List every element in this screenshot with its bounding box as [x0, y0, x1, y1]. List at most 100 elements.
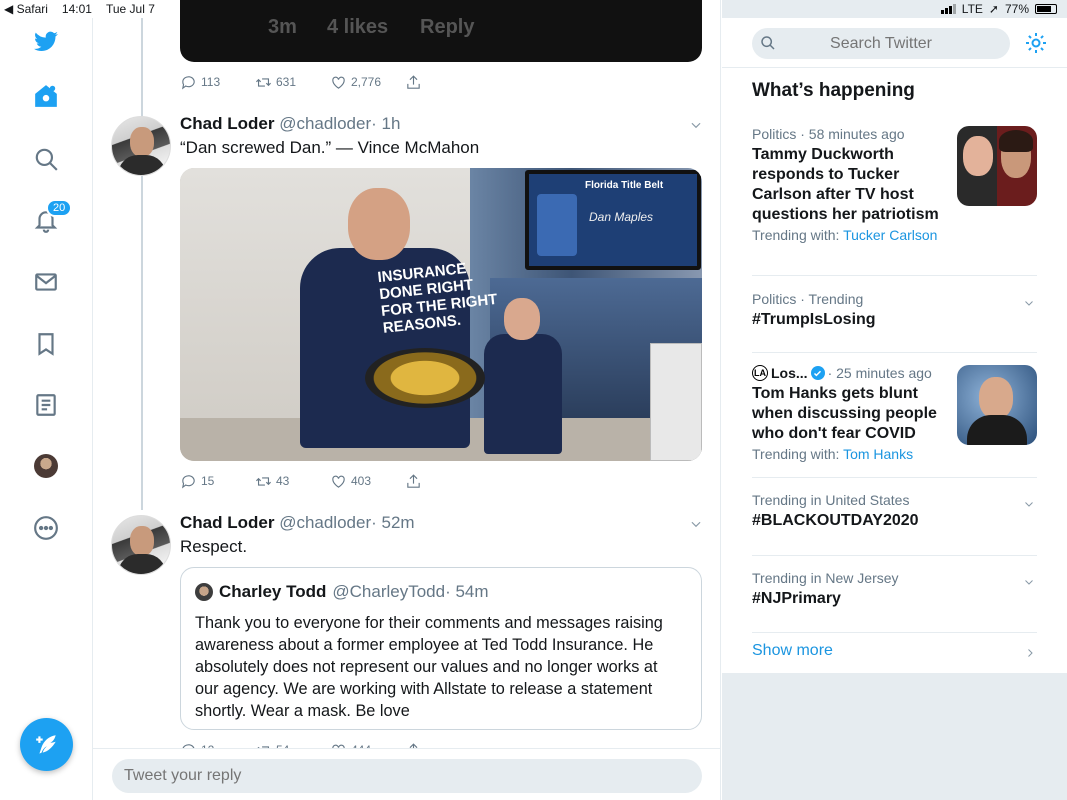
trend-with: Trending with: Tucker Carlson — [752, 227, 938, 243]
media-overlay-age: 3m — [268, 16, 297, 38]
like-count: 403 — [351, 474, 372, 488]
lists-icon[interactable] — [30, 389, 62, 421]
author-handle[interactable]: @chadloder — [279, 114, 371, 133]
profile-avatar[interactable] — [30, 450, 62, 482]
trend-item[interactable]: Politics · Trending #TrumpIsLosing — [752, 291, 1037, 353]
trend-title: #BLACKOUTDAY2020 — [752, 512, 919, 529]
tv-name: Dan Maples — [589, 210, 654, 224]
tweet-header: Chad Loder @chadloder· 52m — [180, 513, 415, 533]
trend-link[interactable]: Tucker Carlson — [843, 227, 937, 243]
network-label: LTE — [961, 2, 983, 16]
explore-icon[interactable] — [30, 143, 62, 175]
retweet-icon — [256, 476, 271, 486]
battery-label: 77% — [1004, 2, 1029, 16]
trend-link[interactable]: Tom Hanks — [843, 446, 913, 462]
tv-title: Florida Title Belt — [585, 180, 664, 191]
panel-heading: What’s happening — [752, 80, 915, 101]
location-icon: ➚ — [988, 2, 999, 16]
back-to-app[interactable]: ◀ Safari — [4, 2, 48, 16]
chevron-right-icon[interactable] — [1024, 647, 1036, 659]
compose-tweet-button[interactable] — [20, 718, 73, 771]
like-count: 2,776 — [351, 75, 382, 89]
tweet-time[interactable]: · 52m — [371, 513, 414, 532]
previous-tweet-actions: 113 631 2,776 — [180, 73, 480, 91]
retweet-count: 631 — [276, 75, 297, 89]
quoted-tweet-header: Charley Todd @CharleyTodd · 54m — [195, 582, 489, 602]
share-button[interactable] — [405, 472, 480, 490]
status-bar: ◀ Safari 14:01 Tue Jul 7 LTE ➚ 77% — [0, 0, 1067, 18]
championship-belt — [365, 348, 485, 408]
share-icon — [407, 74, 420, 89]
search-input[interactable] — [752, 34, 1010, 53]
trend-item[interactable]: Trending in New Jersey #NJPrimary — [752, 570, 1037, 633]
tv-screen: Florida Title Belt Dan Maples — [525, 170, 701, 270]
search-icon — [761, 36, 775, 50]
chevron-down-icon[interactable] — [1023, 576, 1035, 588]
quoted-author-avatar — [195, 583, 213, 601]
author-avatar[interactable] — [111, 116, 171, 176]
reply-button[interactable]: 15 — [180, 472, 255, 490]
trend-meta: Trending in United States — [752, 492, 910, 508]
tweet-photo[interactable]: Florida Title Belt Dan Maples INSURANCE … — [180, 168, 702, 461]
thread-line — [141, 18, 143, 510]
main-column: 3m 4 likes Reply 113 631 2,776 Chad Lode… — [93, 0, 721, 800]
retweet-button[interactable]: 43 — [255, 472, 330, 490]
chevron-down-icon[interactable] — [689, 118, 703, 132]
reply-icon — [181, 75, 195, 90]
quoted-tweet[interactable]: Charley Todd @CharleyTodd · 54m Thank you… — [180, 567, 702, 730]
trend-title: Tom Hanks gets blunt when discussing peo… — [752, 385, 937, 442]
gear-icon[interactable] — [1024, 31, 1048, 55]
trend-meta: Trending in New Jersey — [752, 570, 899, 586]
more-icon[interactable] — [30, 512, 62, 544]
battery-icon — [1035, 4, 1057, 14]
tweet-header: Chad Loder @chadloder· 1h — [180, 114, 400, 134]
notifications-icon[interactable]: 20 — [30, 199, 73, 237]
author-name[interactable]: Chad Loder — [180, 513, 274, 532]
search-box[interactable] — [752, 28, 1010, 59]
quoted-author-name: Charley Todd — [219, 582, 327, 601]
messages-icon[interactable] — [30, 266, 62, 298]
twitter-logo-icon[interactable] — [30, 26, 62, 58]
reply-icon — [181, 474, 195, 489]
clock: 14:01 — [61, 2, 92, 16]
home-icon[interactable] — [30, 80, 62, 112]
author-handle[interactable]: @chadloder — [279, 513, 371, 532]
tweet-time[interactable]: · 1h — [371, 114, 400, 133]
quoted-tweet-text: Thank you to everyone for their comments… — [195, 614, 663, 720]
share-button[interactable] — [405, 73, 480, 91]
tweet-text: “Dan screwed Dan.” — Vince McMahon — [180, 138, 480, 157]
like-button[interactable]: 403 — [330, 472, 405, 490]
trend-title: #NJPrimary — [752, 590, 841, 607]
tweet-actions: 15 43 403 — [180, 472, 480, 490]
quoted-author-handle: @CharleyTodd — [332, 582, 446, 601]
signal-icon — [940, 4, 956, 14]
whats-happening-panel: What’s happening Politics · 58 minutes a… — [722, 68, 1067, 673]
chevron-down-icon[interactable] — [1023, 297, 1035, 309]
retweet-button[interactable]: 631 — [255, 73, 330, 91]
trend-item[interactable]: Trending in United States #BLACKOUTDAY20… — [752, 492, 1037, 556]
author-avatar[interactable] — [111, 515, 171, 575]
trend-thumbnail — [957, 126, 1037, 206]
trend-item[interactable]: LA Los... · 25 minutes ago Tom Hanks get… — [752, 365, 1037, 478]
chevron-down-icon[interactable] — [1023, 498, 1035, 510]
chevron-down-icon[interactable] — [689, 517, 703, 531]
author-name[interactable]: Chad Loder — [180, 114, 274, 133]
date: Tue Jul 7 — [105, 2, 155, 16]
verified-icon — [810, 366, 825, 380]
trend-with: Trending with: Tom Hanks — [752, 446, 914, 462]
trend-thumbnail — [957, 365, 1037, 445]
tweet-reply-input[interactable] — [112, 759, 702, 793]
show-more-link[interactable]: Show more — [752, 642, 833, 660]
reply-count: 15 — [201, 474, 215, 488]
trend-source: Los... — [771, 365, 808, 381]
retweet-count: 43 — [276, 474, 290, 488]
trend-item[interactable]: Politics · 58 minutes ago Tammy Duckwort… — [752, 126, 1037, 276]
left-nav: 20 — [0, 18, 93, 800]
reply-count: 113 — [201, 75, 221, 89]
like-button[interactable]: 2,776 — [330, 73, 405, 91]
right-sidebar: What’s happening Politics · 58 minutes a… — [722, 0, 1067, 800]
reply-button[interactable]: 113 — [180, 73, 255, 91]
bookmarks-icon[interactable] — [30, 328, 62, 360]
heart-icon — [332, 475, 345, 488]
retweet-icon — [256, 77, 271, 87]
